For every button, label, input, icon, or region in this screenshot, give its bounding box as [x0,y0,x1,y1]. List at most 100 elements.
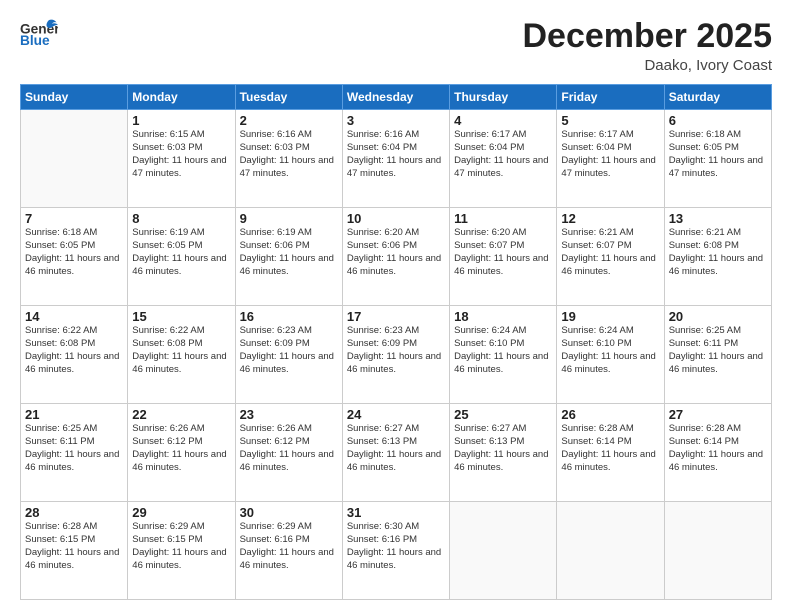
day-number: 2 [240,113,338,128]
day-number: 27 [669,407,767,422]
calendar-cell [557,502,664,600]
day-number: 3 [347,113,445,128]
day-info: Sunrise: 6:22 AM Sunset: 6:08 PM Dayligh… [25,325,123,376]
day-number: 18 [454,309,552,324]
day-info: Sunrise: 6:19 AM Sunset: 6:05 PM Dayligh… [132,227,230,278]
day-number: 30 [240,505,338,520]
day-info: Sunrise: 6:27 AM Sunset: 6:13 PM Dayligh… [454,423,552,474]
calendar-cell: 28Sunrise: 6:28 AM Sunset: 6:15 PM Dayli… [21,502,128,600]
day-info: Sunrise: 6:15 AM Sunset: 6:03 PM Dayligh… [132,129,230,180]
day-number: 16 [240,309,338,324]
calendar-cell: 7Sunrise: 6:18 AM Sunset: 6:05 PM Daylig… [21,208,128,306]
day-info: Sunrise: 6:20 AM Sunset: 6:07 PM Dayligh… [454,227,552,278]
day-info: Sunrise: 6:18 AM Sunset: 6:05 PM Dayligh… [25,227,123,278]
weekday-header-wednesday: Wednesday [342,85,449,110]
weekday-header-sunday: Sunday [21,85,128,110]
day-info: Sunrise: 6:30 AM Sunset: 6:16 PM Dayligh… [347,521,445,572]
day-info: Sunrise: 6:16 AM Sunset: 6:03 PM Dayligh… [240,129,338,180]
calendar-cell: 6Sunrise: 6:18 AM Sunset: 6:05 PM Daylig… [664,110,771,208]
day-info: Sunrise: 6:24 AM Sunset: 6:10 PM Dayligh… [454,325,552,376]
day-info: Sunrise: 6:25 AM Sunset: 6:11 PM Dayligh… [669,325,767,376]
calendar-cell: 16Sunrise: 6:23 AM Sunset: 6:09 PM Dayli… [235,306,342,404]
weekday-header-row: SundayMondayTuesdayWednesdayThursdayFrid… [21,85,772,110]
weekday-header-friday: Friday [557,85,664,110]
day-number: 13 [669,211,767,226]
calendar-cell: 30Sunrise: 6:29 AM Sunset: 6:16 PM Dayli… [235,502,342,600]
weekday-header-tuesday: Tuesday [235,85,342,110]
calendar-cell: 19Sunrise: 6:24 AM Sunset: 6:10 PM Dayli… [557,306,664,404]
calendar-cell: 4Sunrise: 6:17 AM Sunset: 6:04 PM Daylig… [450,110,557,208]
calendar-cell: 13Sunrise: 6:21 AM Sunset: 6:08 PM Dayli… [664,208,771,306]
calendar-cell: 26Sunrise: 6:28 AM Sunset: 6:14 PM Dayli… [557,404,664,502]
day-number: 31 [347,505,445,520]
day-number: 19 [561,309,659,324]
day-number: 25 [454,407,552,422]
day-info: Sunrise: 6:18 AM Sunset: 6:05 PM Dayligh… [669,129,767,180]
calendar-cell: 10Sunrise: 6:20 AM Sunset: 6:06 PM Dayli… [342,208,449,306]
day-info: Sunrise: 6:17 AM Sunset: 6:04 PM Dayligh… [454,129,552,180]
day-number: 12 [561,211,659,226]
calendar-cell: 24Sunrise: 6:27 AM Sunset: 6:13 PM Dayli… [342,404,449,502]
logo-icon: General Blue [20,18,58,48]
week-row-2: 14Sunrise: 6:22 AM Sunset: 6:08 PM Dayli… [21,306,772,404]
calendar-cell: 23Sunrise: 6:26 AM Sunset: 6:12 PM Dayli… [235,404,342,502]
day-info: Sunrise: 6:24 AM Sunset: 6:10 PM Dayligh… [561,325,659,376]
calendar-table: SundayMondayTuesdayWednesdayThursdayFrid… [20,84,772,600]
day-info: Sunrise: 6:26 AM Sunset: 6:12 PM Dayligh… [132,423,230,474]
day-number: 23 [240,407,338,422]
day-info: Sunrise: 6:23 AM Sunset: 6:09 PM Dayligh… [347,325,445,376]
location-title: Daako, Ivory Coast [522,57,772,74]
day-number: 22 [132,407,230,422]
day-info: Sunrise: 6:21 AM Sunset: 6:08 PM Dayligh… [669,227,767,278]
calendar-cell: 18Sunrise: 6:24 AM Sunset: 6:10 PM Dayli… [450,306,557,404]
calendar-page: General Blue December 2025 Daako, Ivory … [0,0,792,612]
day-number: 11 [454,211,552,226]
day-number: 26 [561,407,659,422]
day-info: Sunrise: 6:28 AM Sunset: 6:14 PM Dayligh… [669,423,767,474]
title-area: December 2025 Daako, Ivory Coast [522,18,772,74]
day-number: 6 [669,113,767,128]
calendar-cell: 17Sunrise: 6:23 AM Sunset: 6:09 PM Dayli… [342,306,449,404]
day-number: 17 [347,309,445,324]
calendar-cell: 12Sunrise: 6:21 AM Sunset: 6:07 PM Dayli… [557,208,664,306]
day-info: Sunrise: 6:29 AM Sunset: 6:16 PM Dayligh… [240,521,338,572]
day-number: 9 [240,211,338,226]
day-number: 28 [25,505,123,520]
day-number: 8 [132,211,230,226]
calendar-cell: 25Sunrise: 6:27 AM Sunset: 6:13 PM Dayli… [450,404,557,502]
day-number: 20 [669,309,767,324]
day-number: 7 [25,211,123,226]
day-info: Sunrise: 6:20 AM Sunset: 6:06 PM Dayligh… [347,227,445,278]
day-number: 4 [454,113,552,128]
calendar-cell: 2Sunrise: 6:16 AM Sunset: 6:03 PM Daylig… [235,110,342,208]
day-number: 14 [25,309,123,324]
calendar-cell: 27Sunrise: 6:28 AM Sunset: 6:14 PM Dayli… [664,404,771,502]
day-number: 21 [25,407,123,422]
calendar-cell: 20Sunrise: 6:25 AM Sunset: 6:11 PM Dayli… [664,306,771,404]
weekday-header-saturday: Saturday [664,85,771,110]
day-info: Sunrise: 6:28 AM Sunset: 6:14 PM Dayligh… [561,423,659,474]
calendar-cell: 29Sunrise: 6:29 AM Sunset: 6:15 PM Dayli… [128,502,235,600]
day-number: 29 [132,505,230,520]
day-info: Sunrise: 6:23 AM Sunset: 6:09 PM Dayligh… [240,325,338,376]
day-info: Sunrise: 6:21 AM Sunset: 6:07 PM Dayligh… [561,227,659,278]
calendar-cell [664,502,771,600]
day-number: 10 [347,211,445,226]
calendar-cell: 8Sunrise: 6:19 AM Sunset: 6:05 PM Daylig… [128,208,235,306]
day-info: Sunrise: 6:19 AM Sunset: 6:06 PM Dayligh… [240,227,338,278]
calendar-cell: 9Sunrise: 6:19 AM Sunset: 6:06 PM Daylig… [235,208,342,306]
calendar-cell: 15Sunrise: 6:22 AM Sunset: 6:08 PM Dayli… [128,306,235,404]
week-row-3: 21Sunrise: 6:25 AM Sunset: 6:11 PM Dayli… [21,404,772,502]
day-number: 24 [347,407,445,422]
header: General Blue December 2025 Daako, Ivory … [20,18,772,74]
week-row-1: 7Sunrise: 6:18 AM Sunset: 6:05 PM Daylig… [21,208,772,306]
week-row-4: 28Sunrise: 6:28 AM Sunset: 6:15 PM Dayli… [21,502,772,600]
weekday-header-thursday: Thursday [450,85,557,110]
calendar-cell: 3Sunrise: 6:16 AM Sunset: 6:04 PM Daylig… [342,110,449,208]
day-info: Sunrise: 6:25 AM Sunset: 6:11 PM Dayligh… [25,423,123,474]
day-info: Sunrise: 6:29 AM Sunset: 6:15 PM Dayligh… [132,521,230,572]
calendar-cell: 11Sunrise: 6:20 AM Sunset: 6:07 PM Dayli… [450,208,557,306]
weekday-header-monday: Monday [128,85,235,110]
day-info: Sunrise: 6:26 AM Sunset: 6:12 PM Dayligh… [240,423,338,474]
calendar-cell: 31Sunrise: 6:30 AM Sunset: 6:16 PM Dayli… [342,502,449,600]
